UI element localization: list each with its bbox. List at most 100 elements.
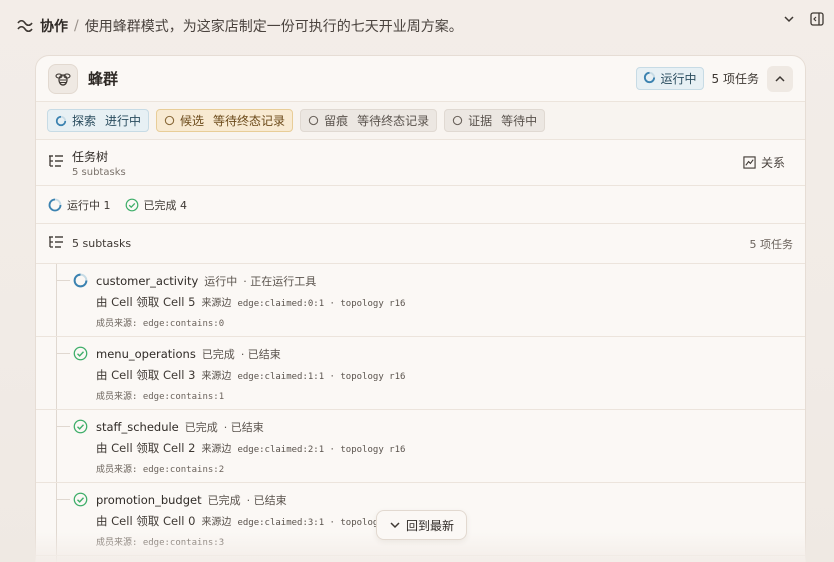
subtasks-count: 5 项任务 (749, 237, 794, 251)
task-count: 5 项任务 (711, 72, 759, 86)
header-right: 运行中 5 项任务 (635, 65, 793, 92)
check-circle-icon (125, 198, 138, 211)
back-to-latest-label: 回到最新 (406, 518, 455, 533)
tree-branch-line (56, 426, 70, 427)
phase-status: 等待终态记录 (213, 114, 286, 128)
phase-explore[interactable]: 探索 进行中 (47, 109, 150, 132)
sidebar-toggle-icon[interactable] (808, 10, 826, 28)
running-status-badge: 运行中 (635, 67, 704, 90)
tree-branch-line (56, 353, 70, 354)
summary-done-text: 已完成 4 (143, 198, 188, 212)
phase-status: 等待中 (501, 114, 538, 128)
running-label: 运行中 (660, 72, 697, 86)
subtask-src-label: 来源边 (201, 298, 232, 309)
subtask-member: 成员来源: edge:contains:2 (96, 465, 225, 475)
subtask-member: 成员来源: edge:contains:0 (96, 319, 225, 329)
chevron-down-icon (390, 522, 400, 529)
bee-icon (48, 63, 78, 94)
breadcrumb-collab[interactable]: 协作 (40, 16, 68, 36)
spinner-icon (48, 198, 62, 211)
list-item[interactable]: staff_schedule 已完成 · 已结束 由 Cell 领取 Cell … (36, 410, 805, 483)
tree-branch-line (56, 280, 70, 281)
phase-name: 探索 (72, 114, 97, 128)
swarm-panel: 蜂群 运行中 5 项任务 探索 进行中 候选 等待终态记录 留痕 等待终态记录 … (35, 55, 806, 562)
subtask-src: edge:claimed:0:1 · topology r16 (237, 299, 406, 309)
back-to-latest-button[interactable]: 回到最新 (376, 510, 468, 540)
subtask-claim: 由 Cell 领取 Cell 0 (96, 514, 196, 528)
subtask-claim: 由 Cell 领取 Cell 2 (96, 441, 196, 455)
relation-label: 关系 (760, 156, 785, 170)
panel-header: 蜂群 运行中 5 项任务 (36, 56, 805, 102)
phase-candidate[interactable]: 候选 等待终态记录 (156, 109, 294, 132)
subtask-claim-line: 由 Cell 领取 Cell 5 来源边 edge:claimed:0:1 · … (96, 294, 405, 310)
top-actions (780, 10, 826, 28)
chevron-up-icon (775, 75, 785, 82)
task-tree-titles: 任务树 5 subtasks (72, 148, 126, 178)
task-tree-header: 任务树 5 subtasks 关系 (36, 140, 805, 186)
circle-icon (452, 115, 463, 126)
list-item[interactable]: customer_activity 运行中 · 正在运行工具 由 Cell 领取… (36, 264, 805, 337)
subtask-state: 已完成 (201, 348, 235, 361)
subtask-state: 运行中 (204, 275, 238, 288)
tree-list-icon (48, 235, 64, 252)
status-summary: 运行中 1 已完成 4 (36, 186, 805, 224)
subtask-name: staff_schedule (96, 420, 179, 434)
subtask-claim: 由 Cell 领取 Cell 3 (96, 368, 196, 382)
summary-running: 运行中 1 (48, 197, 111, 213)
chevron-down-icon[interactable] (780, 10, 798, 28)
subtask-name: customer_activity (96, 274, 199, 288)
check-circle-icon (73, 492, 88, 507)
subtask-detail: · 已结束 (240, 348, 281, 361)
subtask-name: menu_operations (96, 347, 196, 361)
subtask-src-label: 来源边 (201, 444, 232, 455)
subtask-detail: · 已结束 (246, 494, 287, 507)
task-title: 使用蜂群模式，为这家店制定一份可执行的七天开业周方案。 (84, 19, 463, 35)
subtask-title-line: staff_schedule 已完成 · 已结束 (96, 419, 264, 435)
breadcrumb-separator: / (74, 18, 79, 34)
spinner-icon (55, 115, 67, 126)
phase-name: 证据 (468, 114, 493, 128)
subtask-detail: · 已结束 (223, 421, 264, 434)
relation-icon (743, 156, 756, 169)
relation-button[interactable]: 关系 (743, 154, 785, 171)
circle-icon (164, 115, 175, 126)
circle-icon (308, 115, 319, 126)
phase-name: 候选 (180, 114, 205, 128)
top-bar: 协作 / 使用蜂群模式，为这家店制定一份可执行的七天开业周方案。 (0, 0, 834, 52)
summary-done: 已完成 4 (125, 197, 188, 213)
phase-trace[interactable]: 留痕 等待终态记录 (300, 109, 438, 132)
subtask-member: 成员来源: edge:contains:3 (96, 538, 225, 548)
check-circle-icon (73, 419, 88, 434)
subtask-state: 已完成 (184, 421, 218, 434)
subtask-src-label: 来源边 (201, 371, 232, 382)
phase-evidence[interactable]: 证据 等待中 (444, 109, 546, 132)
subtask-src: edge:claimed:2:1 · topology r16 (237, 445, 406, 455)
panel-title: 蜂群 (88, 70, 119, 88)
subtask-title-line: menu_operations 已完成 · 已结束 (96, 346, 281, 362)
subtask-state: 已完成 (207, 494, 241, 507)
subtask-claim-line: 由 Cell 领取 Cell 0 来源边 edge:claimed:3:1 · … (96, 513, 405, 529)
check-circle-icon (73, 346, 88, 361)
subtask-name: promotion_budget (96, 493, 202, 507)
task-tree-subtitle: 5 subtasks (72, 166, 126, 178)
collapse-button[interactable] (767, 65, 793, 92)
summary-running-text: 运行中 1 (67, 198, 111, 212)
subtasks-label: 5 subtasks (72, 237, 132, 250)
collaboration-icon (16, 17, 34, 35)
subtask-claim-line: 由 Cell 领取 Cell 3 来源边 edge:claimed:1:1 · … (96, 367, 405, 383)
subtask-claim-line: 由 Cell 领取 Cell 2 来源边 edge:claimed:2:1 · … (96, 440, 405, 456)
phase-status: 进行中 (105, 114, 142, 128)
subtask-title-line: promotion_budget 已完成 · 已结束 (96, 492, 287, 508)
phase-status: 等待终态记录 (357, 114, 430, 128)
subtasks-header[interactable]: 5 subtasks 5 项任务 (36, 224, 805, 264)
subtask-claim: 由 Cell 领取 Cell 5 (96, 295, 196, 309)
subtask-member: 成员来源: edge:contains:1 (96, 392, 225, 402)
task-tree-title: 任务树 (72, 149, 109, 164)
phase-row: 探索 进行中 候选 等待终态记录 留痕 等待终态记录 证据 等待中 (36, 102, 805, 140)
subtask-detail: · 正在运行工具 (243, 275, 317, 288)
phase-name: 留痕 (324, 114, 349, 128)
subtask-src: edge:claimed:1:1 · topology r16 (237, 372, 406, 382)
spinner-icon (73, 273, 88, 288)
list-item[interactable]: menu_operations 已完成 · 已结束 由 Cell 领取 Cell… (36, 337, 805, 410)
tree-list-icon (48, 154, 64, 172)
